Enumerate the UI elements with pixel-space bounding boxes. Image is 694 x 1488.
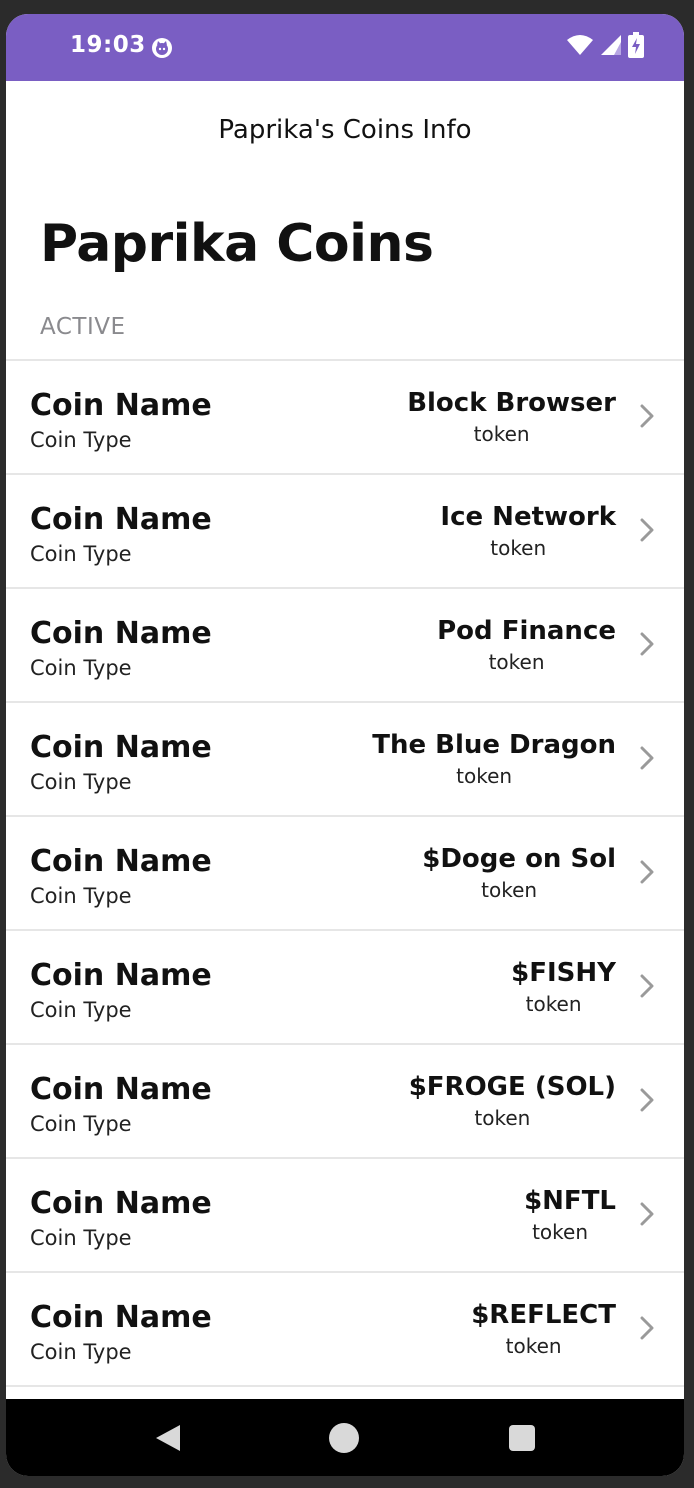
coin-type-label: Coin Type	[30, 1112, 132, 1136]
coin-name-label: Coin Name	[30, 1186, 212, 1221]
back-triangle-icon[interactable]	[154, 1423, 182, 1453]
coin-name-label: Coin Name	[30, 388, 212, 423]
chevron-right-icon	[640, 1088, 654, 1112]
coin-name-value: $FISHY	[511, 958, 616, 988]
section-header: ACTIVE	[40, 314, 126, 340]
coin-name-label: Coin Name	[30, 1300, 212, 1335]
page-title: Paprika Coins	[40, 214, 434, 274]
coin-value-group: Pod Finance token	[437, 616, 616, 674]
coin-list: Coin Name Coin Type Block Browser token Coin…	[6, 359, 684, 1387]
list-item[interactable]: Coin Name Coin Type $REFLECT token	[6, 1273, 684, 1387]
coin-name-label: Coin Name	[30, 616, 212, 651]
coin-type-label: Coin Type	[30, 770, 132, 794]
coin-type-value: token	[474, 1106, 531, 1130]
coin-name-label: Coin Name	[30, 730, 212, 765]
list-item[interactable]: Coin Name Coin Type Ice Network token	[6, 475, 684, 589]
coin-type-value: token	[525, 992, 582, 1016]
chevron-right-icon	[640, 404, 654, 428]
coin-type-value: token	[481, 878, 538, 902]
app-bar-title: Paprika's Coins Info	[218, 115, 472, 145]
coin-type-label: Coin Type	[30, 1226, 132, 1250]
coin-name-value: Ice Network	[440, 502, 616, 532]
status-time: 19:03	[70, 32, 146, 58]
coin-type-value: token	[473, 422, 530, 446]
cell-signal-icon	[600, 34, 622, 60]
coin-value-group: $REFLECT token	[471, 1300, 616, 1358]
list-item[interactable]: Coin Name Coin Type $FISHY token	[6, 931, 684, 1045]
list-item[interactable]: Coin Name Coin Type Pod Finance token	[6, 589, 684, 703]
coin-type-value: token	[490, 536, 547, 560]
coin-type-value: token	[532, 1220, 588, 1244]
coin-type-label: Coin Type	[30, 998, 132, 1022]
status-bar: 19:03	[6, 14, 684, 81]
coin-value-group: The Blue Dragon token	[372, 730, 616, 788]
coin-name-label: Coin Name	[30, 1072, 212, 1107]
coin-name-value: Pod Finance	[437, 616, 616, 646]
coin-type-label: Coin Type	[30, 656, 132, 680]
status-icons	[566, 32, 644, 62]
chevron-right-icon	[640, 974, 654, 998]
coin-value-group: $FISHY token	[511, 958, 616, 1016]
list-item[interactable]: Coin Name Coin Type $Doge on Sol token	[6, 817, 684, 931]
coin-value-group: Block Browser token	[407, 388, 616, 446]
home-circle-icon[interactable]	[329, 1423, 359, 1453]
chevron-right-icon	[640, 1316, 654, 1340]
navigation-bar	[6, 1399, 684, 1476]
coin-type-value: token	[456, 764, 513, 788]
list-item[interactable]: Coin Name Coin Type The Blue Dragon token	[6, 703, 684, 817]
coin-name-value: The Blue Dragon	[372, 730, 616, 760]
coin-value-group: Ice Network token	[440, 502, 616, 560]
coin-type-label: Coin Type	[30, 884, 132, 908]
coin-name-value: $NFTL	[524, 1186, 616, 1216]
coin-type-value: token	[505, 1334, 562, 1358]
list-item[interactable]: Coin Name Coin Type $NFTL token	[6, 1159, 684, 1273]
coin-type-label: Coin Type	[30, 428, 132, 452]
coin-name-label: Coin Name	[30, 844, 212, 879]
chevron-right-icon	[640, 860, 654, 884]
wifi-icon	[566, 33, 594, 61]
chevron-right-icon	[640, 518, 654, 542]
recents-square-icon[interactable]	[509, 1425, 535, 1451]
list-item[interactable]: Coin Name Coin Type Block Browser token	[6, 361, 684, 475]
coin-type-label: Coin Type	[30, 542, 132, 566]
coin-name-value: $Doge on Sol	[422, 844, 616, 874]
coin-value-group: $FROGE (SOL) token	[409, 1072, 616, 1130]
coin-value-group: $Doge on Sol token	[422, 844, 616, 902]
cat-face-icon	[151, 37, 173, 59]
battery-charging-icon	[628, 32, 644, 62]
coin-value-group: $NFTL token	[524, 1186, 616, 1244]
list-item[interactable]: Coin Name Coin Type $FROGE (SOL) token	[6, 1045, 684, 1159]
coin-name-label: Coin Name	[30, 502, 212, 537]
chevron-right-icon	[640, 746, 654, 770]
coin-name-value: Block Browser	[407, 388, 616, 418]
coin-name-value: $REFLECT	[471, 1300, 616, 1330]
chevron-right-icon	[640, 1202, 654, 1226]
coin-name-label: Coin Name	[30, 958, 212, 993]
coin-name-value: $FROGE (SOL)	[408, 1072, 616, 1102]
phone-screen: 19:03 Paprika's Coins Info Paprika Coins…	[6, 14, 684, 1476]
app-bar: Paprika's Coins Info	[6, 81, 684, 181]
coin-type-label: Coin Type	[30, 1340, 132, 1364]
chevron-right-icon	[640, 632, 654, 656]
coin-type-value: token	[488, 650, 545, 674]
